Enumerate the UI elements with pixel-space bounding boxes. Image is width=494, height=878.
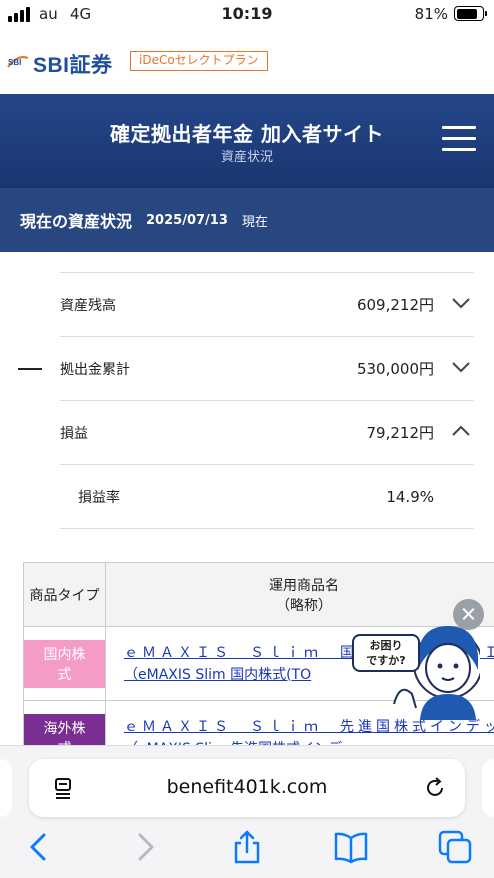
column-header-name-line1: 運用商品名 [269, 577, 339, 594]
summary-value: 609,212円 [356, 296, 434, 314]
status-bar: au 4G 10:19 81% [0, 0, 494, 30]
help-bubble[interactable]: お困り ですか? [352, 634, 420, 672]
hamburger-icon[interactable] [442, 126, 476, 152]
help-bubble-line1: お困り [369, 639, 403, 652]
summary-value: 79,212円 [366, 424, 435, 442]
battery-percent: 81% [414, 5, 448, 23]
bookmarks-icon[interactable] [334, 830, 368, 864]
asset-summary: 資産残高 609,212円 拠出金累計 530,000円 損益 79,212円 … [60, 272, 474, 529]
asset-as-of: 現在 [241, 214, 268, 230]
page-subtitle: 資産状況 [220, 150, 273, 165]
url-text: benefit401k.com [166, 776, 328, 798]
summary-value: 530,000円 [356, 360, 434, 378]
back-icon[interactable] [22, 830, 56, 864]
summary-label: 資産残高 [60, 297, 116, 314]
chevron-down-icon[interactable] [452, 361, 470, 373]
browser-chrome: benefit401k.com [0, 745, 494, 878]
summary-label: 損益率 [78, 489, 120, 506]
close-icon[interactable] [453, 599, 484, 630]
asset-heading: 現在の資産状況 [20, 212, 133, 231]
previous-tab-edge[interactable] [0, 759, 12, 817]
summary-label: 拠出金累計 [60, 361, 130, 378]
sbi-logo-icon: SBI [7, 56, 29, 68]
summary-label: 損益 [60, 425, 88, 442]
page-title: 確定拠出者年金 加入者サイト [110, 122, 384, 146]
chevron-down-icon[interactable] [452, 297, 470, 309]
browser-toolbar [0, 830, 494, 870]
reload-icon[interactable] [423, 776, 447, 800]
summary-row-profit[interactable]: 損益 79,212円 [60, 401, 474, 465]
sbi-logo-text[interactable]: SBI証券 [33, 49, 113, 79]
site-header: 確定拠出者年金 加入者サイト 資産状況 [0, 94, 494, 188]
address-bar[interactable]: benefit401k.com [29, 759, 465, 817]
asset-date: 2025/07/13 [146, 212, 228, 228]
summary-row-balance[interactable]: 資産残高 609,212円 [60, 273, 474, 337]
product-type-tag: 国内株式 [24, 639, 105, 688]
forward-icon[interactable] [128, 830, 162, 864]
brand-header: SBI SBI証券 iDeCoセレクトプラン [0, 30, 494, 94]
summary-row-contributions[interactable]: 拠出金累計 530,000円 [60, 337, 474, 401]
help-bubble-line2: ですか? [366, 654, 406, 667]
summary-row-profit-rate: 損益率 14.9% [60, 465, 474, 529]
plan-badge: iDeCoセレクトプラン [130, 51, 268, 71]
expand-dash-icon [18, 368, 42, 370]
summary-value: 14.9% [386, 487, 434, 506]
svg-text:SBI: SBI [8, 58, 21, 67]
chevron-up-icon[interactable] [452, 425, 470, 437]
asset-status-header: 現在の資産状況 2025/07/13 現在 [0, 188, 494, 252]
battery-icon [454, 6, 487, 21]
tabs-icon[interactable] [438, 830, 472, 864]
column-header-type: 商品タイプ [23, 562, 106, 627]
share-icon[interactable] [230, 830, 264, 864]
next-tab-edge[interactable] [482, 759, 494, 817]
